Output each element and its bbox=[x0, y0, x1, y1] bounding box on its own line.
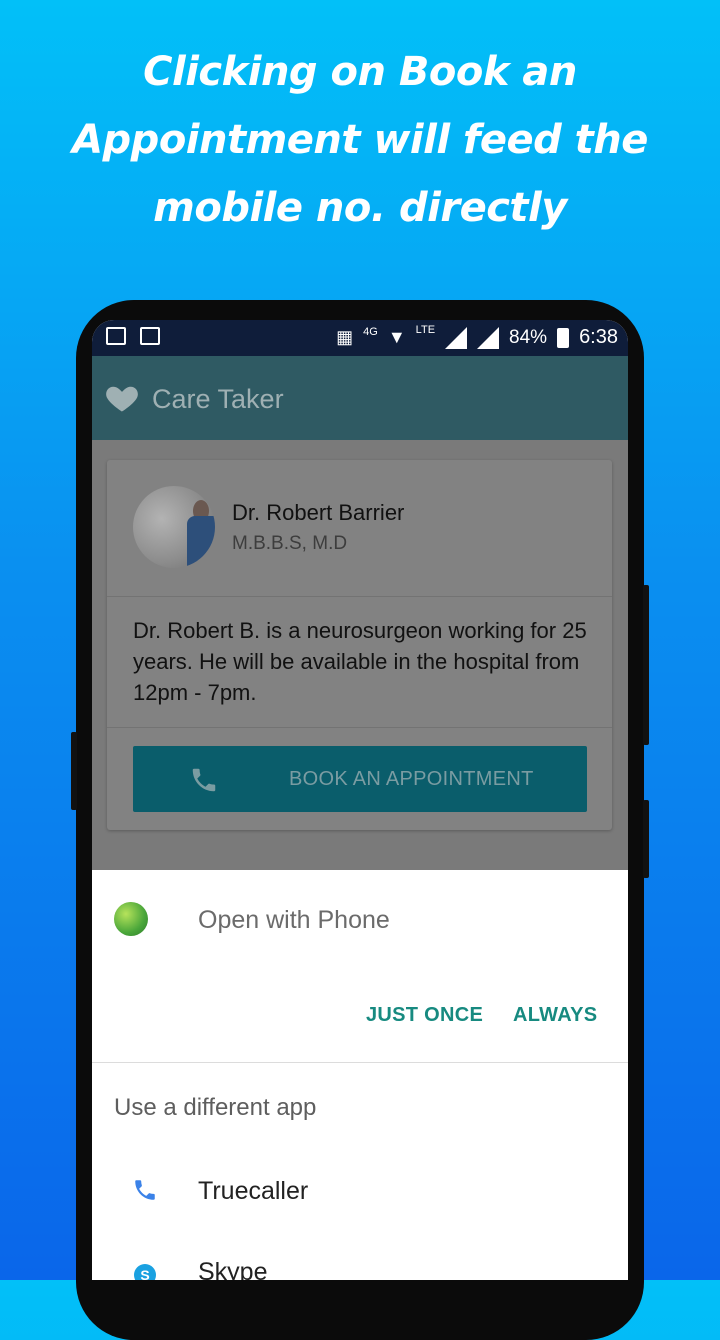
signal-icon-1 bbox=[445, 326, 468, 349]
doctor-degree: M.B.B.S, M.D bbox=[232, 533, 348, 554]
battery-icon bbox=[557, 327, 570, 348]
app-option-label: Skype bbox=[198, 1258, 268, 1280]
open-with-sheet: Open with Phone JUST ONCE ALWAYS Use a d… bbox=[92, 870, 628, 1280]
open-with-title: Open with Phone bbox=[198, 906, 390, 934]
promo-line-2: Appointment will feed the bbox=[72, 117, 648, 163]
app-option-label: Truecaller bbox=[198, 1177, 309, 1205]
gallery-notification-icon bbox=[106, 327, 126, 345]
vibrate-icon: ▦ bbox=[336, 327, 354, 347]
skype-icon: S bbox=[134, 1264, 156, 1280]
heart-icon bbox=[106, 386, 138, 412]
book-appointment-label: BOOK AN APPOINTMENT bbox=[289, 768, 534, 790]
promo-line-3: mobile no. directly bbox=[153, 185, 567, 231]
status-bar: ▦ 4G ▼ LTE 84% 6:38 bbox=[92, 320, 628, 356]
wifi-icon: ▼ bbox=[387, 327, 406, 347]
phone-icon bbox=[192, 768, 216, 792]
signal-icon-2 bbox=[477, 326, 500, 349]
app-bar: Care Taker bbox=[92, 356, 628, 440]
different-app-heading: Use a different app bbox=[114, 1094, 317, 1121]
promo-line-1: Clicking on Book an bbox=[143, 49, 577, 95]
battery-percent: 84% bbox=[509, 326, 548, 348]
doctor-avatar bbox=[133, 486, 215, 568]
card-divider-2 bbox=[107, 727, 612, 728]
doctor-name: Dr. Robert Barrier bbox=[232, 500, 405, 525]
book-appointment-button[interactable]: BOOK AN APPOINTMENT bbox=[133, 746, 587, 812]
screencast-notification-icon bbox=[140, 327, 160, 345]
always-button[interactable]: ALWAYS bbox=[513, 1004, 597, 1027]
power-button-top bbox=[643, 585, 649, 745]
just-once-button[interactable]: JUST ONCE bbox=[366, 1004, 483, 1027]
sheet-divider bbox=[92, 1062, 628, 1063]
phone-screen: ▦ 4G ▼ LTE 84% 6:38 Care Taker Dr. Rober… bbox=[92, 320, 628, 1280]
clock: 6:38 bbox=[579, 326, 618, 348]
doctor-card: Dr. Robert Barrier M.B.B.S, M.D Dr. Robe… bbox=[107, 460, 612, 830]
doctor-description: Dr. Robert B. is a neurosurgeon working … bbox=[133, 618, 587, 705]
promo-caption: Clicking on Book an Appointment will fee… bbox=[0, 38, 720, 242]
phone-app-icon bbox=[114, 902, 148, 936]
volume-button bbox=[71, 732, 77, 810]
phone-icon bbox=[135, 1180, 155, 1200]
volte-label: 4G bbox=[363, 325, 378, 338]
power-button-bottom bbox=[643, 800, 649, 878]
lte-label: LTE bbox=[415, 323, 436, 336]
card-divider-1 bbox=[107, 596, 612, 597]
app-title: Care Taker bbox=[152, 384, 284, 414]
